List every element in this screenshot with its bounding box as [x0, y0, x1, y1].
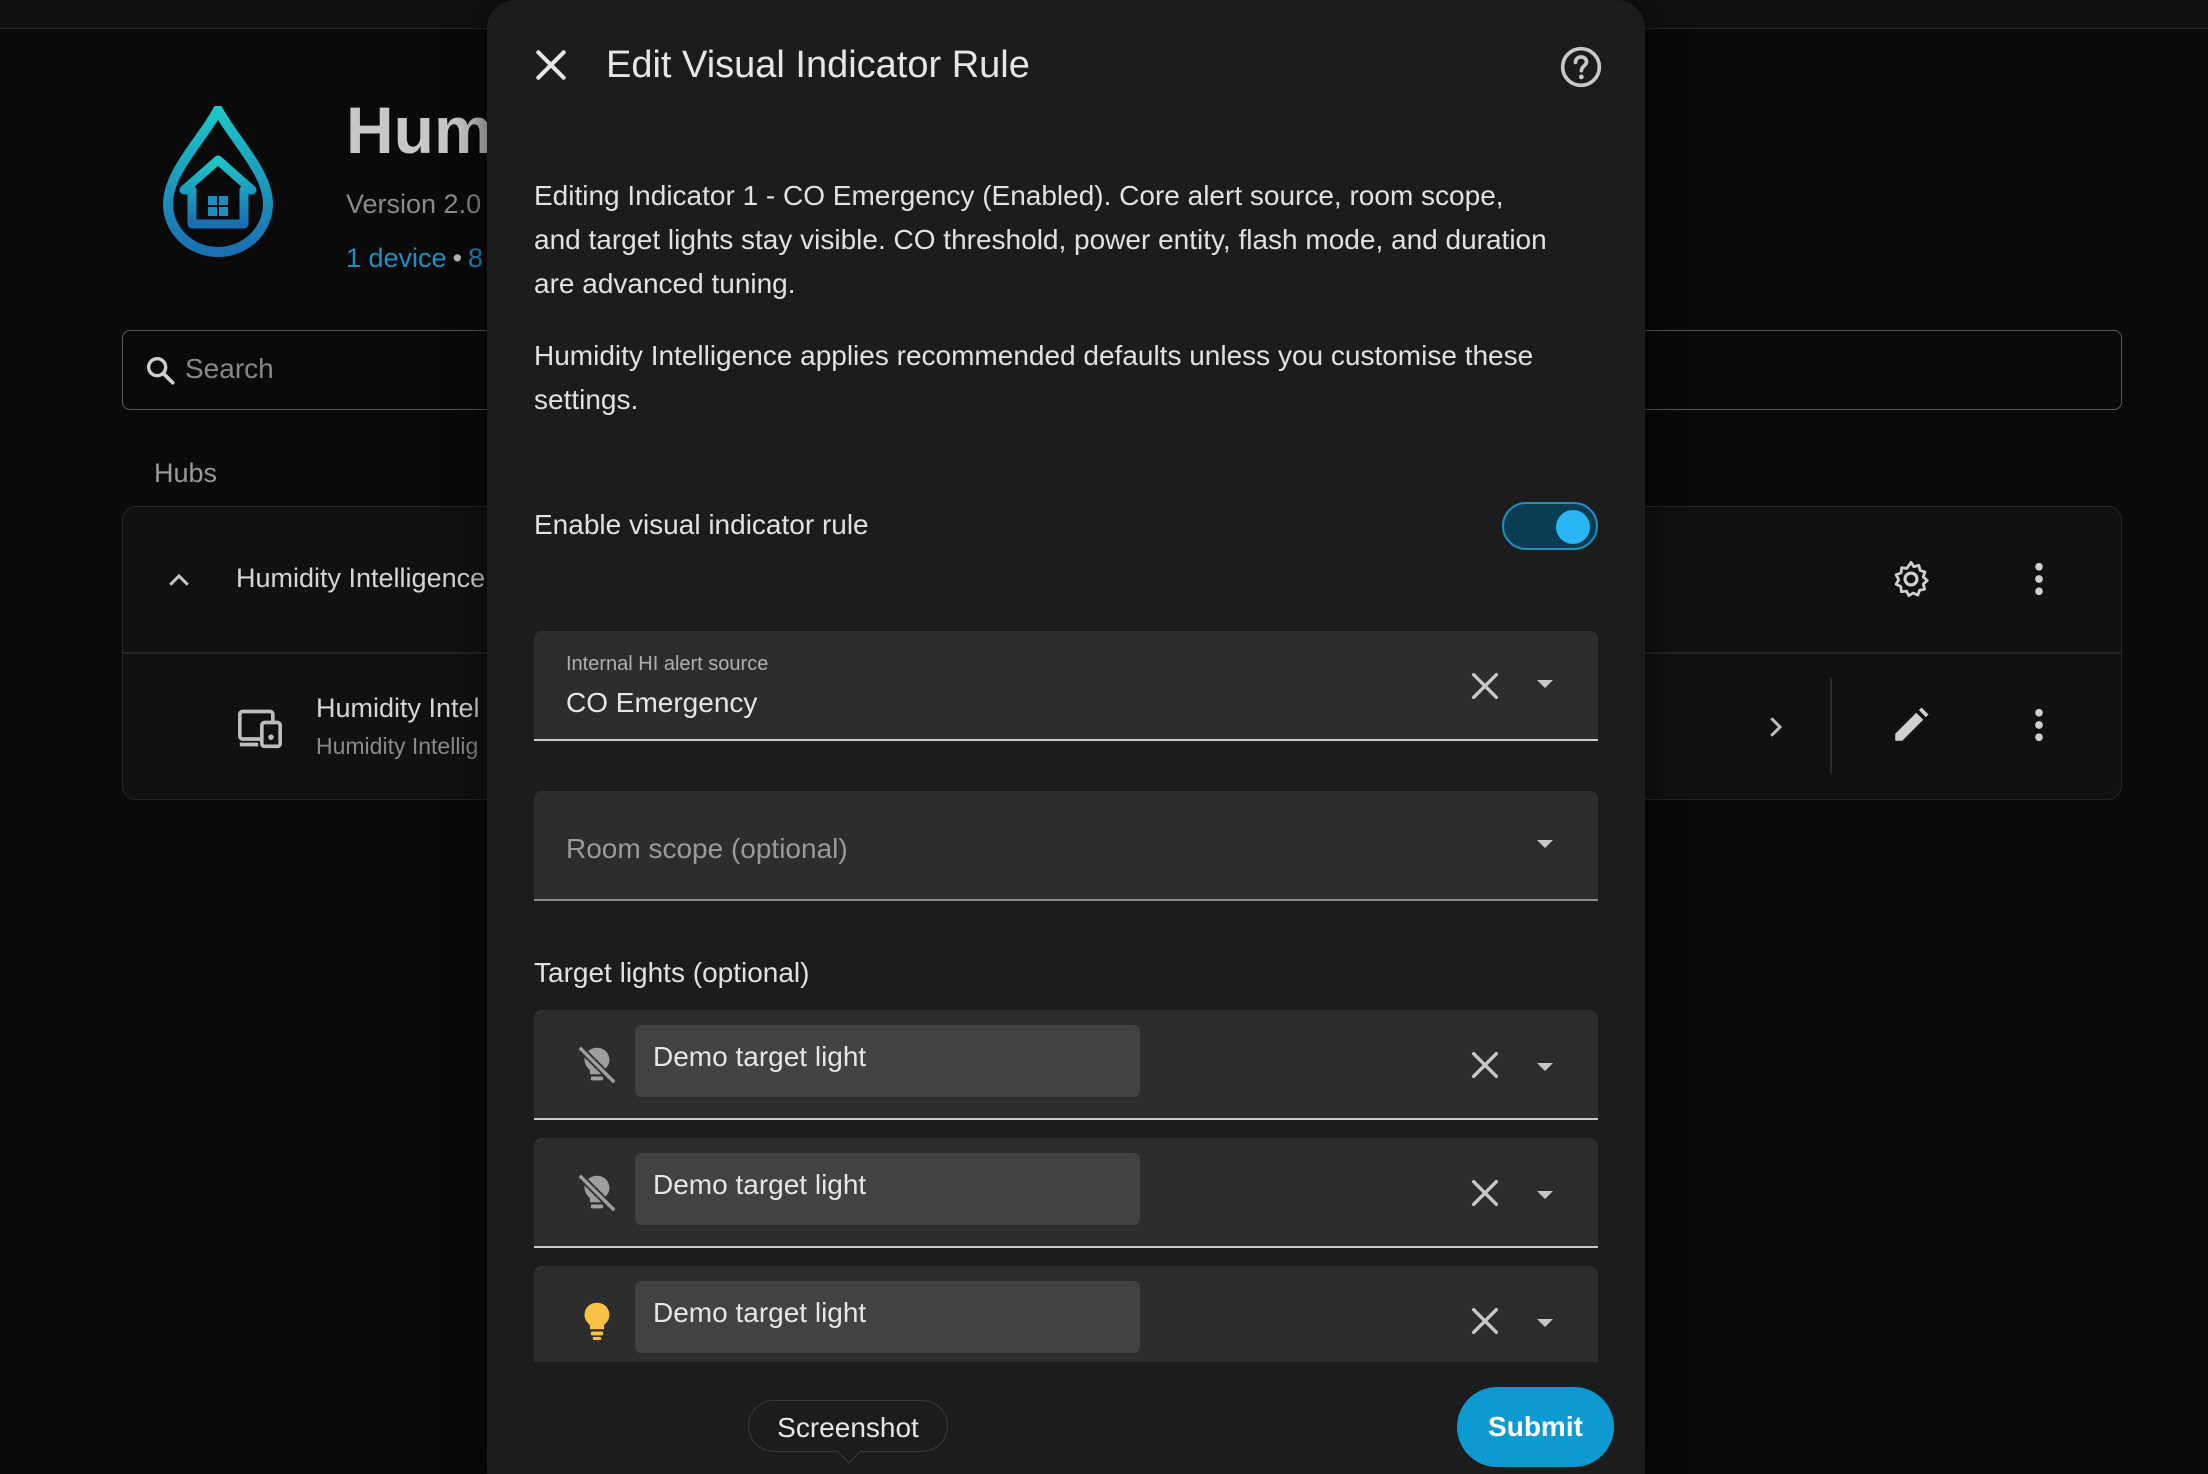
light-chip-label: Demo target light: [653, 1297, 867, 1328]
caret-down-icon[interactable]: [1534, 677, 1556, 691]
alert-source-value: CO Emergency: [566, 687, 758, 718]
light-chip[interactable]: Demo target light: [635, 1281, 1140, 1353]
enable-toggle-label: Enable visual indicator rule: [534, 509, 869, 540]
submit-button-label: Submit: [1488, 1411, 1583, 1442]
device-row-subtitle: Humidity Intellig: [316, 733, 479, 759]
help-circle-icon[interactable]: [1559, 45, 1603, 89]
enable-toggle[interactable]: [1502, 502, 1598, 550]
search-placeholder: Search: [185, 353, 274, 384]
devices-icon: [237, 709, 282, 749]
overflow-menu-icon[interactable]: [2024, 704, 2054, 746]
caret-down-icon[interactable]: [1534, 1316, 1556, 1330]
section-title: Hubs: [154, 458, 218, 488]
chevron-right-icon[interactable]: [1760, 710, 1790, 744]
chevron-up-icon[interactable]: [164, 566, 194, 596]
caret-down-icon[interactable]: [1534, 837, 1556, 851]
caret-down-icon[interactable]: [1534, 1060, 1556, 1074]
alert-source-label: Internal HI alert source: [566, 653, 769, 675]
light-chip[interactable]: Demo target light: [635, 1025, 1140, 1097]
lightbulb-off-icon: [577, 1173, 617, 1213]
alert-source-select[interactable]: Internal HI alert source CO Emergency: [534, 631, 1598, 741]
humidity-drop-logo-icon: [162, 106, 274, 258]
dialog-title: Edit Visual Indicator Rule: [606, 44, 1030, 86]
dialog-description: Editing Indicator 1 - CO Emergency (Enab…: [534, 180, 1547, 299]
room-scope-placeholder: Room scope (optional): [566, 833, 848, 864]
defaults-note: Humidity Intelligence applies recommende…: [534, 340, 1534, 415]
search-icon: [146, 356, 175, 385]
target-light-picker[interactable]: Demo target light: [534, 1010, 1598, 1120]
devices-link[interactable]: 1 device: [346, 243, 447, 273]
pencil-icon[interactable]: [1890, 704, 1932, 746]
clear-icon[interactable]: [1468, 1048, 1502, 1082]
target-light-picker[interactable]: Demo target light: [534, 1138, 1598, 1248]
clear-icon[interactable]: [1468, 1304, 1502, 1338]
clear-icon[interactable]: [1468, 669, 1502, 703]
light-chip-label: Demo target light: [653, 1041, 867, 1072]
lightbulb-off-icon: [577, 1045, 617, 1085]
gear-icon[interactable]: [1890, 558, 1932, 600]
hub-row-label[interactable]: Humidity Intelligence: [236, 563, 485, 594]
submit-button[interactable]: Submit: [1457, 1387, 1614, 1467]
entities-link[interactable]: 8: [468, 243, 483, 273]
row-divider: [1830, 678, 1832, 774]
caret-down-icon[interactable]: [1534, 1188, 1556, 1202]
room-scope-select[interactable]: Room scope (optional): [534, 791, 1598, 901]
lightbulb-on-icon: [584, 1302, 610, 1340]
screenshot-tooltip-text: Screenshot: [777, 1412, 919, 1443]
light-chip-label: Demo target light: [653, 1169, 867, 1200]
overflow-menu-icon[interactable]: [2024, 558, 2054, 600]
target-light-picker[interactable]: Demo target light: [534, 1266, 1598, 1362]
close-icon[interactable]: [532, 46, 570, 84]
integration-version: Version 2.0: [346, 189, 482, 219]
integration-links: 1 device • 8: [346, 243, 484, 273]
device-row-title[interactable]: Humidity Intel: [316, 693, 480, 724]
clear-icon[interactable]: [1468, 1176, 1502, 1210]
target-lights-label: Target lights (optional): [534, 957, 810, 988]
screenshot-tooltip: Screenshot: [748, 1400, 948, 1464]
light-chip[interactable]: Demo target light: [635, 1153, 1140, 1225]
